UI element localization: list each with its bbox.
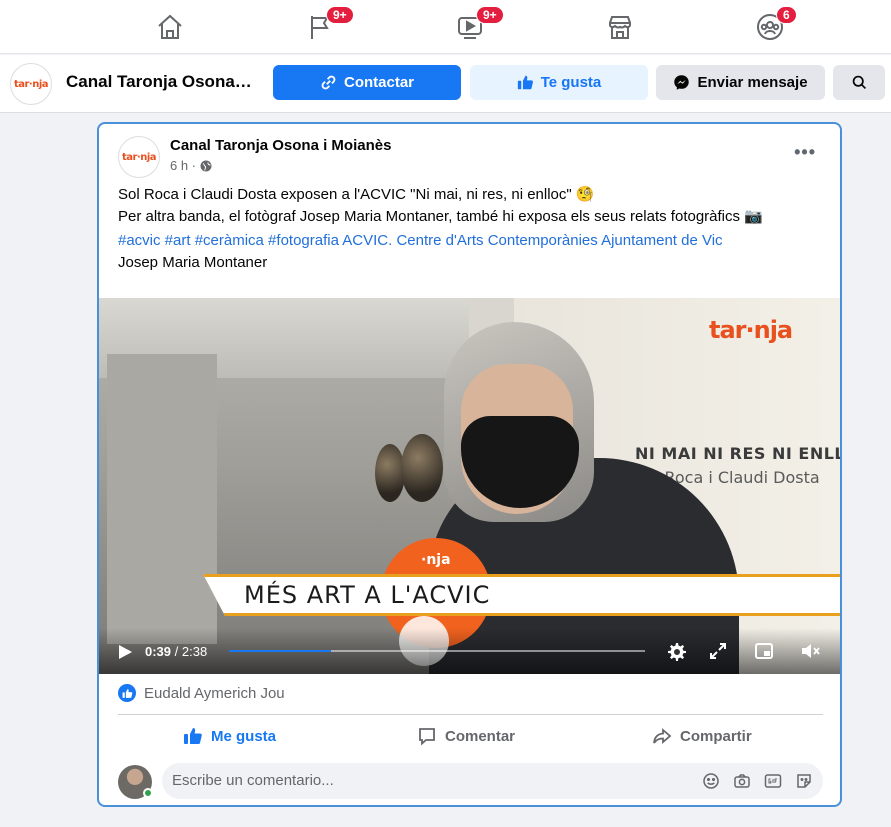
reactions-names: Eudald Aymerich Jou (144, 684, 285, 702)
thumbs-up-icon (184, 728, 202, 744)
post-tagged-person[interactable]: Josep Maria Montaner (118, 252, 828, 274)
video-logo: tar·nja (709, 316, 793, 344)
post-text: Sol Roca i Claudi Dosta exposen a l'ACVI… (118, 184, 828, 274)
settings-icon[interactable] (665, 640, 687, 662)
video-sculpture (401, 434, 443, 502)
send-message-label: Enviar mensaje (697, 74, 808, 91)
video-scene (107, 354, 217, 644)
marketplace-icon (609, 16, 631, 39)
share-label: Compartir (680, 727, 752, 745)
mute-icon[interactable] (799, 640, 821, 662)
page-like-label: Te gusta (540, 74, 602, 91)
video-player[interactable]: tar·nja NI MAI NI RES NI ENLLOC Sol Roca… (99, 298, 840, 674)
divider (118, 714, 823, 715)
video-time: 0:39 / 2:38 (145, 644, 207, 659)
contact-button[interactable]: Contactar (273, 65, 461, 100)
send-message-button[interactable]: Enviar mensaje (656, 65, 825, 100)
gif-icon[interactable] (764, 772, 782, 790)
post-hashtags[interactable]: #acvic #art #ceràmica #fotografia ACVIC.… (118, 230, 828, 252)
online-status-dot (143, 788, 153, 798)
comment-placeholder: Escribe un comentario... (172, 772, 334, 789)
video-duration: / 2:38 (174, 644, 208, 659)
messenger-icon (674, 75, 690, 90)
top-navigation: 9+ 9+ 6 (0, 0, 891, 54)
like-reaction-icon (118, 684, 136, 702)
video-progress-fill (229, 650, 332, 652)
mic-text: ·nja (421, 552, 451, 568)
comment-icon (419, 728, 435, 746)
post-meta: 6 h · (170, 158, 212, 173)
nav-marketplace[interactable] (590, 8, 650, 46)
video-exhibit-title: NI MAI NI RES NI ENLLOC (635, 444, 840, 463)
nav-pages[interactable]: 9+ (290, 6, 354, 46)
page-like-button[interactable]: Te gusta (470, 65, 648, 100)
nav-home[interactable] (140, 8, 200, 46)
globe-icon (200, 160, 212, 171)
emoji-icon[interactable] (702, 772, 720, 790)
play-icon[interactable] (117, 644, 133, 660)
video-lower-third-text: MÉS ART A L'ACVIC (244, 581, 491, 609)
home-icon (158, 14, 182, 39)
link-icon (321, 75, 336, 90)
logo-text: tar·nja (121, 151, 157, 163)
page-name[interactable]: Canal Taronja Osona i Moianès (66, 72, 256, 92)
nav-badge: 6 (776, 6, 797, 24)
share-icon (653, 728, 672, 744)
search-icon (852, 75, 866, 90)
post-card: tar·nja Canal Taronja Osona i Moianès 6 … (97, 122, 842, 807)
nav-watch[interactable]: 9+ (440, 6, 504, 46)
contact-label: Contactar (343, 74, 414, 91)
camera-icon[interactable] (733, 772, 751, 790)
post-text-line: Per altra banda, el fotògraf Josep Maria… (118, 208, 763, 225)
post-like-button[interactable]: Me gusta (183, 722, 276, 750)
thumbs-up-icon (517, 75, 533, 90)
post-time[interactable]: 6 h · (170, 158, 196, 173)
sticker-icon[interactable] (795, 772, 813, 790)
page-search-button[interactable] (833, 65, 885, 100)
nav-badge: 9+ (476, 6, 504, 24)
video-current-time: 0:39 (145, 644, 172, 659)
post-options-icon[interactable]: ••• (794, 142, 816, 163)
video-progress-bar[interactable] (229, 650, 645, 652)
post-like-label: Me gusta (211, 727, 277, 745)
comment-button[interactable]: Comentar (417, 722, 515, 750)
nav-badge: 9+ (326, 6, 354, 24)
page-header: tar·nja Canal Taronja Osona i Moianès Co… (0, 55, 891, 113)
post-author-avatar[interactable]: tar·nja (118, 136, 160, 178)
nav-groups[interactable]: 6 (740, 6, 800, 46)
post-author-name[interactable]: Canal Taronja Osona i Moianès (170, 137, 391, 154)
expand-icon[interactable] (707, 640, 729, 662)
comment-label: Comentar (445, 727, 516, 745)
picture-in-picture-icon[interactable] (753, 640, 775, 662)
reactions-summary[interactable]: Eudald Aymerich Jou (118, 684, 285, 702)
post-text-line: Sol Roca i Claudi Dosta exposen a l'ACVI… (118, 186, 595, 203)
share-button[interactable]: Compartir (652, 722, 752, 750)
logo-text: tar·nja (13, 78, 49, 90)
page-logo[interactable]: tar·nja (10, 63, 52, 105)
